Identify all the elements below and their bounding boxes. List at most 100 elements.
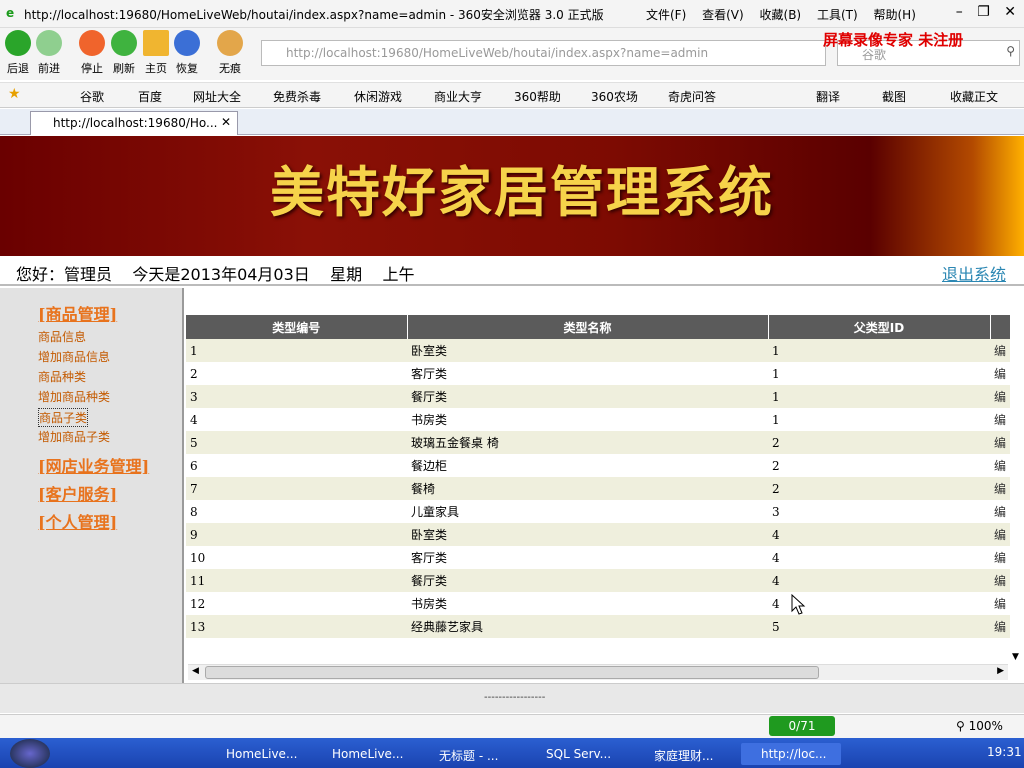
cell-edit-link[interactable]: 编: [990, 408, 1010, 431]
cell-edit-link[interactable]: 编: [990, 454, 1010, 477]
home-button[interactable]: 主页: [141, 30, 171, 76]
minimize-icon[interactable]: –: [956, 4, 963, 20]
table-row: 11 餐厅类 4 编: [186, 569, 1010, 592]
cell-type-id: 3: [186, 385, 407, 408]
vertical-scrollbar[interactable]: ▼: [1010, 315, 1022, 664]
sidebar-item-product-category[interactable]: 商品种类: [38, 368, 86, 385]
fav-360farm[interactable]: 360农场: [591, 88, 638, 105]
star-icon[interactable]: ★: [8, 86, 21, 102]
fav-games[interactable]: 休闲游戏: [354, 88, 402, 105]
restore-button[interactable]: 恢复: [172, 30, 202, 76]
fav-business[interactable]: 商业大亨: [434, 88, 482, 105]
address-bar[interactable]: http://localhost:19680/HomeLiveWeb/houta…: [261, 40, 826, 66]
fav-baidu[interactable]: 百度: [138, 88, 162, 105]
sidebar-item-add-category[interactable]: 增加商品种类: [38, 388, 110, 405]
window-title: http://localhost:19680/HomeLiveWeb/houta…: [24, 8, 604, 22]
forward-label: 前进: [38, 62, 60, 75]
system-clock: 19:31: [987, 745, 1022, 759]
scroll-left-icon[interactable]: ◀: [192, 666, 199, 676]
header-actions: [990, 315, 1011, 339]
header-parent-id: 父类型ID: [768, 315, 991, 339]
logout-link[interactable]: 退出系统: [942, 261, 1006, 285]
cell-edit-link[interactable]: 编: [990, 615, 1010, 638]
zoom-text: 100%: [968, 719, 1003, 733]
task-browser[interactable]: http://loc...: [741, 743, 841, 765]
cell-type-id: 12: [186, 592, 407, 615]
download-counter[interactable]: 0/71: [769, 716, 835, 736]
sidebar-item-product-info[interactable]: 商品信息: [38, 328, 86, 345]
cell-type-name: 卧室类: [407, 339, 768, 362]
sidebar-item-add-product[interactable]: 增加商品信息: [38, 348, 110, 365]
cell-type-name: 客厅类: [407, 362, 768, 385]
table-row: 2 客厅类 1 编: [186, 362, 1010, 385]
footer-divider: -----------------: [484, 692, 546, 703]
refresh-icon: [111, 30, 137, 56]
task-untitled[interactable]: 无标题 - ...: [419, 743, 519, 765]
counter-text: 0/71: [788, 719, 816, 733]
maximize-icon[interactable]: ❐: [977, 4, 990, 20]
cell-edit-link[interactable]: 编: [990, 592, 1010, 615]
menu-view[interactable]: 查看(V): [702, 8, 744, 22]
cell-type-name: 餐厅类: [407, 385, 768, 408]
table-row: 9 卧室类 4 编: [186, 523, 1010, 546]
tab-close-icon[interactable]: ✕: [221, 115, 231, 129]
fav-hao[interactable]: 网址大全: [193, 88, 241, 105]
sidebar-section-customer[interactable]: [客户服务]: [38, 481, 117, 505]
cell-edit-link[interactable]: 编: [990, 339, 1010, 362]
cell-edit-link[interactable]: 编: [990, 523, 1010, 546]
incognito-button[interactable]: 无痕: [215, 30, 245, 76]
menu-file[interactable]: 文件(F): [646, 8, 686, 22]
banner-title: 美特好家居管理系统: [270, 161, 774, 224]
forward-button[interactable]: 前进: [34, 30, 64, 76]
cell-edit-link[interactable]: 编: [990, 477, 1010, 500]
cell-edit-link[interactable]: 编: [990, 431, 1010, 454]
cell-type-id: 10: [186, 546, 407, 569]
task-homelive-2[interactable]: HomeLive...: [312, 743, 412, 765]
cell-edit-link[interactable]: 编: [990, 385, 1010, 408]
cell-edit-link[interactable]: 编: [990, 362, 1010, 385]
scroll-down-icon[interactable]: ▼: [1012, 652, 1019, 662]
cell-edit-link[interactable]: 编: [990, 500, 1010, 523]
bookmark-text-button[interactable]: 收藏正文: [950, 88, 998, 105]
cell-edit-link[interactable]: 编: [990, 569, 1010, 592]
cell-parent-id: 4: [768, 546, 990, 569]
menu-tools[interactable]: 工具(T): [817, 8, 858, 22]
search-icon[interactable]: ⚲: [1006, 44, 1015, 58]
menu-favorites[interactable]: 收藏(B): [760, 8, 802, 22]
refresh-button[interactable]: 刷新: [109, 30, 139, 76]
sidebar-item-subcategory[interactable]: 商品子类: [38, 408, 89, 427]
menu-help[interactable]: 帮助(H): [873, 8, 915, 22]
mouse-cursor-icon: [791, 594, 806, 615]
tab-active[interactable]: http://localhost:19680/Ho... ✕: [30, 111, 238, 135]
favorites-bar: ★ 谷歌 百度 网址大全 免费杀毒 休闲游戏 商业大亨 360帮助 360农场 …: [0, 82, 1024, 108]
sidebar-section-products[interactable]: [商品管理]: [38, 301, 117, 325]
stop-button[interactable]: 停止: [77, 30, 107, 76]
scroll-thumb[interactable]: [205, 666, 819, 679]
task-homelive-1[interactable]: HomeLive...: [206, 743, 306, 765]
fav-antivirus[interactable]: 免费杀毒: [273, 88, 321, 105]
fav-360help[interactable]: 360帮助: [514, 88, 561, 105]
zoom-level[interactable]: ⚲ 100%: [956, 719, 1003, 733]
fav-google[interactable]: 谷歌: [80, 88, 104, 105]
screenshot-button[interactable]: 截图: [882, 88, 906, 105]
cell-type-id: 7: [186, 477, 407, 500]
task-finance[interactable]: 家庭理财...: [634, 743, 734, 765]
cell-parent-id: 1: [768, 339, 990, 362]
cell-type-name: 书房类: [407, 592, 768, 615]
sidebar-section-personal[interactable]: [个人管理]: [38, 509, 117, 533]
close-icon[interactable]: ✕: [1004, 4, 1016, 20]
cell-type-id: 9: [186, 523, 407, 546]
cell-type-name: 餐边柜: [407, 454, 768, 477]
back-button[interactable]: 后退: [3, 30, 33, 76]
cell-edit-link[interactable]: 编: [990, 546, 1010, 569]
translate-button[interactable]: 翻译: [816, 88, 840, 105]
incognito-label: 无痕: [219, 62, 241, 75]
table-body: 1 卧室类 1 编 2 客厅类 1 编 3 餐厅类 1 编 4 书房类 1 编 5 玻璃五金餐桌 椅 2 编 6 餐边柜 2…: [186, 339, 1010, 638]
scroll-right-icon[interactable]: ▶: [997, 666, 1004, 676]
cell-type-name: 餐厅类: [407, 569, 768, 592]
task-sql-server[interactable]: SQL Serv...: [526, 743, 626, 765]
fav-qihoo[interactable]: 奇虎问答: [668, 88, 716, 105]
start-button[interactable]: [10, 739, 50, 768]
sidebar-section-shop[interactable]: [网店业务管理]: [38, 453, 149, 477]
sidebar-item-add-subcategory[interactable]: 增加商品子类: [38, 428, 110, 445]
